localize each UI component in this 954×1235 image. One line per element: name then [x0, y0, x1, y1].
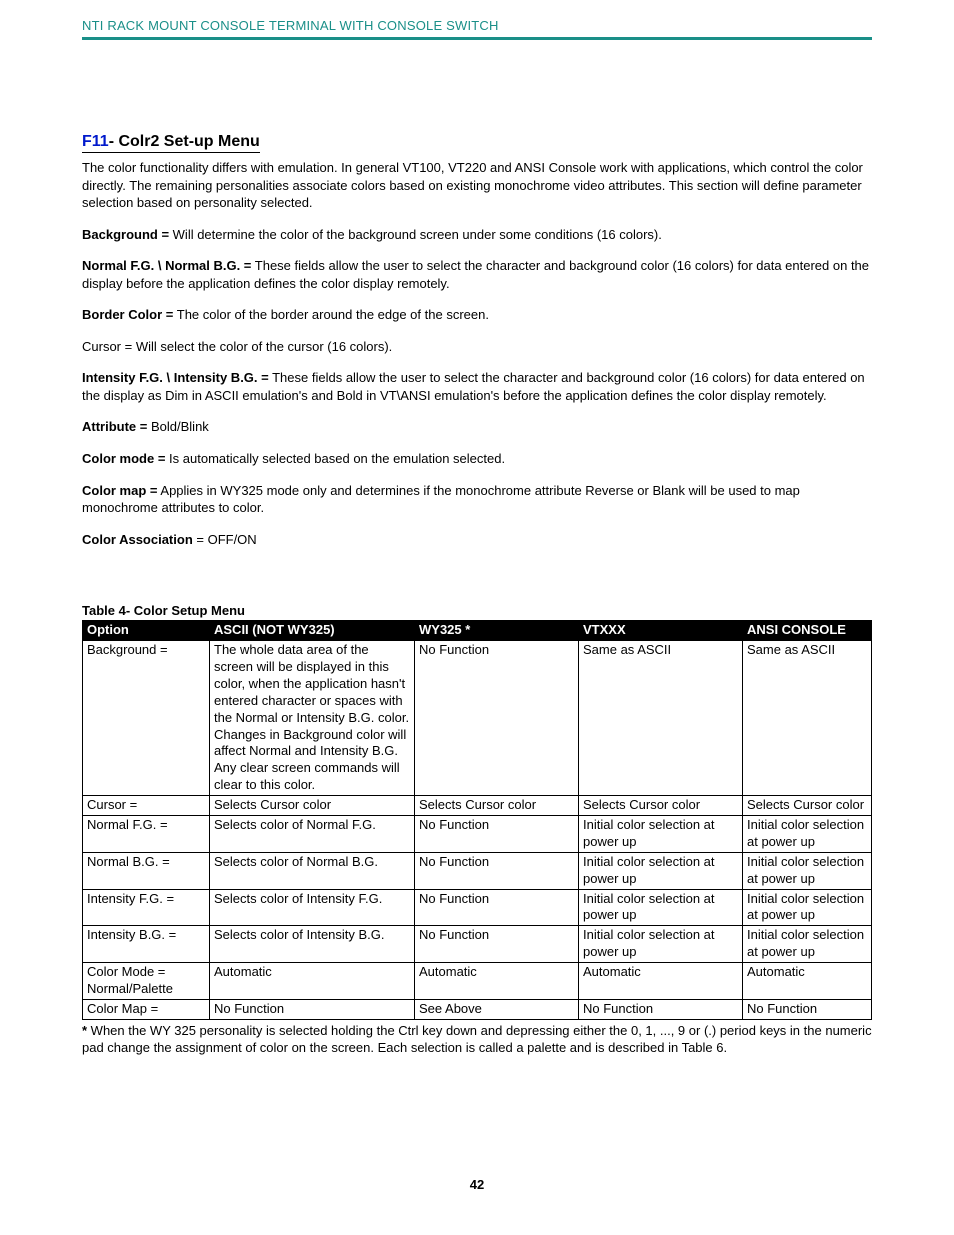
page: NTI RACK MOUNT CONSOLE TERMINAL WITH CON… — [0, 0, 954, 1232]
table-row: Color Mode = Normal/Palette Automatic Au… — [83, 963, 872, 1000]
assoc-text: = OFF/ON — [193, 532, 257, 547]
page-header: NTI RACK MOUNT CONSOLE TERMINAL WITH CON… — [82, 0, 872, 40]
cursor-line: Cursor = Will select the color of the cu… — [82, 338, 872, 356]
th-option: Option — [83, 621, 210, 641]
cell: No Function — [415, 926, 579, 963]
colormap-line: Color map = Applies in WY325 mode only a… — [82, 482, 872, 517]
footnote-text: When the WY 325 personality is selected … — [82, 1023, 872, 1056]
cell: Selects Cursor color — [210, 796, 415, 816]
colormap-label: Color map = — [82, 483, 158, 498]
page-number: 42 — [82, 1177, 872, 1192]
cell: No Function — [415, 889, 579, 926]
cell: Selects color of Intensity F.G. — [210, 889, 415, 926]
cell: Automatic — [579, 963, 743, 1000]
cell: Selects Cursor color — [743, 796, 872, 816]
cell: No Function — [415, 852, 579, 889]
cell: No Function — [415, 816, 579, 853]
cell: Selects color of Normal B.G. — [210, 852, 415, 889]
attribute-label: Attribute = — [82, 419, 147, 434]
cell: Selects Cursor color — [579, 796, 743, 816]
color-setup-table: Option ASCII (NOT WY325) WY325 * VTXXX A… — [82, 620, 872, 1020]
assoc-line: Color Association = OFF/ON — [82, 531, 872, 549]
intro-paragraph: The color functionality differs with emu… — [82, 159, 872, 212]
intensity-line: Intensity F.G. \ Intensity B.G. = These … — [82, 369, 872, 404]
cell: See Above — [415, 999, 579, 1019]
cell: Normal B.G. = — [83, 852, 210, 889]
cell: Initial color selection at power up — [743, 926, 872, 963]
cell: Initial color selection at power up — [743, 852, 872, 889]
cell: Automatic — [415, 963, 579, 1000]
cell: Intensity F.G. = — [83, 889, 210, 926]
table-row: Intensity F.G. = Selects color of Intens… — [83, 889, 872, 926]
colormode-line: Color mode = Is automatically selected b… — [82, 450, 872, 468]
cell: Initial color selection at power up — [743, 816, 872, 853]
normalfgbg-label: Normal F.G. \ Normal B.G. = — [82, 258, 251, 273]
title-link: F11 — [82, 133, 109, 150]
table-caption: Table 4- Color Setup Menu — [82, 603, 872, 618]
table-row: Cursor = Selects Cursor color Selects Cu… — [83, 796, 872, 816]
cell: Automatic — [743, 963, 872, 1000]
table-row: Normal F.G. = Selects color of Normal F.… — [83, 816, 872, 853]
border-text: The color of the border around the edge … — [173, 307, 489, 322]
cell: Color Mode = Normal/Palette — [83, 963, 210, 1000]
table-row: Intensity B.G. = Selects color of Intens… — [83, 926, 872, 963]
normalfgbg-line: Normal F.G. \ Normal B.G. = These fields… — [82, 257, 872, 292]
cell: Selects Cursor color — [415, 796, 579, 816]
colormap-text: Applies in WY325 mode only and determine… — [82, 483, 800, 516]
cell: Selects color of Normal F.G. — [210, 816, 415, 853]
table-row: Background = The whole data area of the … — [83, 641, 872, 796]
cell: Initial color selection at power up — [743, 889, 872, 926]
title-text: - Colr2 Set-up Menu — [109, 133, 260, 150]
table-row: Color Map = No Function See Above No Fun… — [83, 999, 872, 1019]
table-header-row: Option ASCII (NOT WY325) WY325 * VTXXX A… — [83, 621, 872, 641]
background-label: Background = — [82, 227, 169, 242]
th-wy325: WY325 * — [415, 621, 579, 641]
cell: No Function — [415, 641, 579, 796]
cell: Background = — [83, 641, 210, 796]
cell: No Function — [743, 999, 872, 1019]
section-title: F11- Colr2 Set-up Menu — [82, 133, 260, 153]
attribute-line: Attribute = Bold/Blink — [82, 418, 872, 436]
intensity-label: Intensity F.G. \ Intensity B.G. = — [82, 370, 269, 385]
cell: No Function — [579, 999, 743, 1019]
cell: Selects color of Intensity B.G. — [210, 926, 415, 963]
border-line: Border Color = The color of the border a… — [82, 306, 872, 324]
colormode-label: Color mode = — [82, 451, 165, 466]
cell: Cursor = — [83, 796, 210, 816]
th-vtxxx: VTXXX — [579, 621, 743, 641]
attribute-text: Bold/Blink — [147, 419, 208, 434]
cell: Initial color selection at power up — [579, 816, 743, 853]
th-ansi: ANSI CONSOLE — [743, 621, 872, 641]
cell: No Function — [210, 999, 415, 1019]
background-line: Background = Will determine the color of… — [82, 226, 872, 244]
background-text: Will determine the color of the backgrou… — [169, 227, 662, 242]
th-ascii: ASCII (NOT WY325) — [210, 621, 415, 641]
cell: Same as ASCII — [579, 641, 743, 796]
colormode-text: Is automatically selected based on the e… — [165, 451, 505, 466]
border-label: Border Color = — [82, 307, 173, 322]
table-footnote: * When the WY 325 personality is selecte… — [82, 1022, 872, 1057]
cell: Initial color selection at power up — [579, 889, 743, 926]
cell: Initial color selection at power up — [579, 852, 743, 889]
table-row: Normal B.G. = Selects color of Normal B.… — [83, 852, 872, 889]
cell: Same as ASCII — [743, 641, 872, 796]
assoc-label: Color Association — [82, 532, 193, 547]
cell: The whole data area of the screen will b… — [210, 641, 415, 796]
cell: Color Map = — [83, 999, 210, 1019]
cell: Initial color selection at power up — [579, 926, 743, 963]
cell: Intensity B.G. = — [83, 926, 210, 963]
cell: Normal F.G. = — [83, 816, 210, 853]
cell: Automatic — [210, 963, 415, 1000]
